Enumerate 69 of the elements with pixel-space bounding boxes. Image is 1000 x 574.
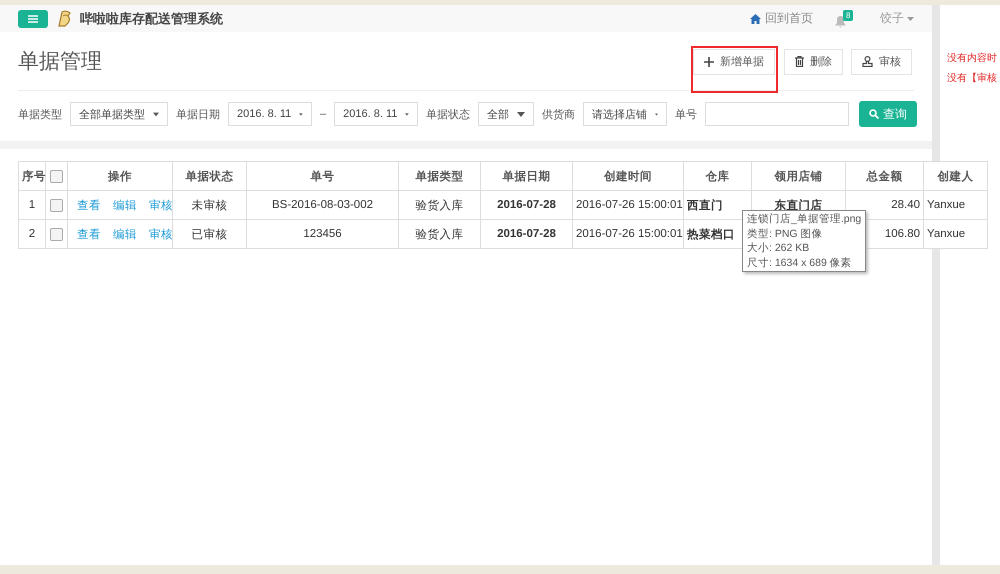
type-dropdown[interactable]: 全部单据类型 xyxy=(70,102,168,126)
column-header: 创建时间 xyxy=(572,162,684,190)
stamp-icon xyxy=(862,56,873,67)
column-header: 单据日期 xyxy=(480,162,572,190)
row-checkbox[interactable] xyxy=(50,228,63,240)
plus-icon xyxy=(704,56,714,66)
column-header: 仓库 xyxy=(684,162,752,190)
table-cell: 2016-07-26 15:00:01 xyxy=(572,190,684,220)
table-cell: BS-2016-08-03-002 xyxy=(246,190,398,220)
table-cell: 2016-07-26 15:00:01 xyxy=(572,220,684,248)
column-header: 序号 xyxy=(18,162,46,190)
select-all-checkbox[interactable] xyxy=(50,170,63,182)
action-link[interactable]: 审核 xyxy=(149,228,173,240)
date-separator: – xyxy=(320,108,326,120)
caret-icon xyxy=(405,112,410,116)
app-title: 哔啦啦库存配送管理系统 xyxy=(80,10,223,28)
table-cell: 1 xyxy=(18,190,46,220)
notification-bell[interactable]: 8 xyxy=(835,10,856,28)
notification-badge: 8 xyxy=(843,10,854,20)
action-button[interactable]: 删除 xyxy=(784,48,843,74)
page-title: 单据管理 xyxy=(18,49,103,75)
filter-label: 单据类型 xyxy=(18,108,62,122)
table-cell: 已审核 xyxy=(172,220,246,248)
logo-icon xyxy=(56,10,72,27)
table-cell: 2016-07-28 xyxy=(480,190,572,220)
filter-label: 供货商 xyxy=(542,108,576,122)
home-icon xyxy=(750,14,761,24)
column-header: 单据状态 xyxy=(172,162,246,190)
column-header: 操作 xyxy=(68,162,172,190)
annotation-note: 没有内容时 xyxy=(947,52,998,65)
table-cell: 验货入库 xyxy=(398,220,480,248)
menu-icon xyxy=(28,14,38,22)
supplier-dropdown[interactable]: 请选择店铺 xyxy=(583,102,668,126)
table-cell: 验货入库 xyxy=(398,190,480,220)
row-checkbox[interactable] xyxy=(50,198,63,212)
table-cell: 未审核 xyxy=(172,190,246,220)
action-link[interactable]: 编辑 xyxy=(113,200,137,212)
column-header: 领用店铺 xyxy=(752,162,846,190)
column-header: 单据类型 xyxy=(398,162,480,190)
action-link[interactable]: 审核 xyxy=(149,200,173,212)
table-cell: 2016-07-28 xyxy=(480,220,572,248)
action-link[interactable]: 编辑 xyxy=(113,228,137,240)
action-button[interactable]: 审核 xyxy=(851,48,912,74)
bell-icon xyxy=(835,16,846,28)
action-link[interactable]: 查看 xyxy=(77,200,101,212)
annotation-note: 没有【审核 xyxy=(947,72,998,85)
action-button[interactable]: 新增单据 xyxy=(693,48,775,74)
date-dropdown[interactable]: 2016. 8. 11 xyxy=(228,102,312,126)
table-cell: 2 xyxy=(18,220,46,248)
column-header: 单号 xyxy=(246,162,398,190)
action-link[interactable]: 查看 xyxy=(77,228,101,240)
date-dropdown[interactable]: 2016. 8. 11 xyxy=(334,102,418,126)
search-icon xyxy=(869,109,880,119)
menu-button[interactable] xyxy=(18,10,48,28)
filter-label: 单据状态 xyxy=(426,108,470,122)
status-dropdown[interactable]: 全部 xyxy=(478,102,534,126)
table-cell: 123456 xyxy=(246,220,398,248)
filter-label: 单号 xyxy=(675,108,698,122)
caret-icon xyxy=(517,112,526,116)
caret-icon xyxy=(299,112,303,116)
filter-label: 单据日期 xyxy=(176,108,220,122)
column-header: 总金额 xyxy=(846,162,924,190)
search-button[interactable]: 查询 xyxy=(859,101,918,127)
trash-icon xyxy=(795,56,804,67)
user-menu[interactable]: 饺子 xyxy=(880,10,914,27)
caret-icon xyxy=(907,16,914,20)
home-link[interactable]: 回到首页 xyxy=(750,10,813,27)
number-field[interactable] xyxy=(705,102,850,126)
caret-icon xyxy=(153,112,159,116)
